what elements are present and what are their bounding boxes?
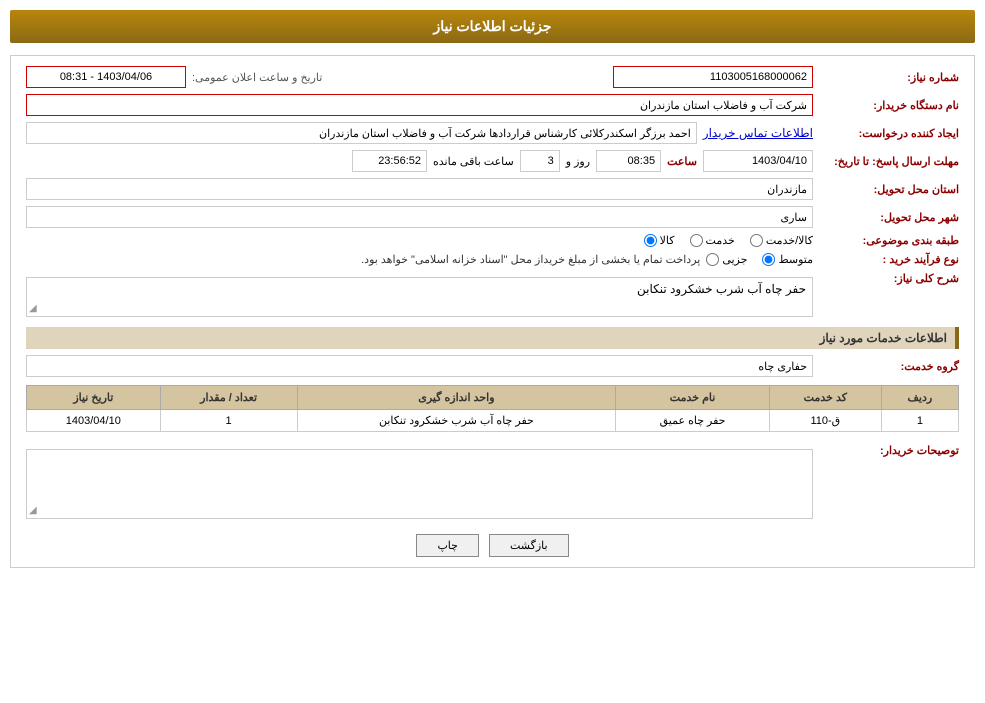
- need-number-label: شماره نیاز:: [819, 71, 959, 84]
- deadline-day-label: روز و: [566, 155, 590, 168]
- cell-name: حفر چاه عمیق: [616, 410, 770, 432]
- need-description-box: حفر چاه آب شرب خشکرود تنکابن: [26, 277, 813, 317]
- page-wrapper: جزئیات اطلاعات نیاز شماره نیاز: تاریخ و …: [0, 0, 985, 703]
- col-row: ردیف: [881, 386, 958, 410]
- deadline-remaining-input[interactable]: [352, 150, 427, 172]
- services-table: ردیف کد خدمت نام خدمت واحد اندازه گیری ت…: [26, 385, 959, 432]
- col-unit: واحد اندازه گیری: [297, 386, 616, 410]
- col-code: کد خدمت: [769, 386, 881, 410]
- button-row: بازگشت چاپ: [26, 534, 959, 557]
- row-need-description: شرح کلی نیاز: حفر چاه آب شرب خشکرود تنکا…: [26, 272, 959, 317]
- purchase-type-jozee[interactable]: جزیی: [706, 253, 747, 266]
- row-buyer-org: نام دستگاه خریدار:: [26, 94, 959, 116]
- cell-code: ق-110: [769, 410, 881, 432]
- deadline-time-input[interactable]: [596, 150, 661, 172]
- col-quantity: تعداد / مقدار: [160, 386, 297, 410]
- print-button[interactable]: چاپ: [416, 534, 479, 557]
- row-creator: ایجاد کننده درخواست: اطلاعات تماس خریدار: [26, 122, 959, 144]
- category-radio-group: کالا/خدمت خدمت کالا: [644, 234, 813, 247]
- creator-label: ایجاد کننده درخواست:: [819, 127, 959, 140]
- row-deadline: مهلت ارسال پاسخ: تا تاریخ: ساعت روز و سا…: [26, 150, 959, 172]
- province-input[interactable]: [26, 178, 813, 200]
- purchase-type-radio-group: متوسط جزیی: [706, 253, 813, 266]
- city-label: شهر محل تحویل:: [819, 211, 959, 224]
- cell-unit: حفر چاه آب شرب خشکرود تنکابن: [297, 410, 616, 432]
- buyer-org-input[interactable]: [26, 94, 813, 116]
- category-radio-kala-khadamat[interactable]: کالا/خدمت: [750, 234, 813, 247]
- back-button[interactable]: بازگشت: [489, 534, 569, 557]
- row-city: شهر محل تحویل:: [26, 206, 959, 228]
- row-need-number: شماره نیاز: تاریخ و ساعت اعلان عمومی:: [26, 66, 959, 88]
- need-description-label: شرح کلی نیاز:: [819, 272, 959, 285]
- service-group-label: گروه خدمت:: [819, 360, 959, 373]
- category-kala-label: کالا: [660, 234, 675, 247]
- page-title: جزئیات اطلاعات نیاز: [10, 10, 975, 43]
- city-input[interactable]: [26, 206, 813, 228]
- col-name: نام خدمت: [616, 386, 770, 410]
- deadline-label: مهلت ارسال پاسخ: تا تاریخ:: [819, 155, 959, 168]
- purchase-jozee-label: جزیی: [722, 253, 747, 266]
- col-date: تاریخ نیاز: [27, 386, 161, 410]
- table-row: 1 ق-110 حفر چاه عمیق حفر چاه آب شرب خشکر…: [27, 410, 959, 432]
- row-purchase-type: نوع فرآیند خرید : متوسط جزیی پرداخت تمام…: [26, 253, 959, 266]
- deadline-remaining-label: ساعت باقی مانده: [433, 155, 514, 168]
- category-radio-kala[interactable]: کالا: [644, 234, 675, 247]
- services-section-title: اطلاعات خدمات مورد نیاز: [26, 327, 959, 349]
- row-province: استان محل تحویل:: [26, 178, 959, 200]
- deadline-date-input[interactable]: [703, 150, 813, 172]
- row-buyer-notes: توصیحات خریدار:: [26, 444, 959, 519]
- cell-row: 1: [881, 410, 958, 432]
- deadline-days-input[interactable]: [520, 150, 560, 172]
- purchase-type-mottavaset[interactable]: متوسط: [762, 253, 813, 266]
- deadline-time-label: ساعت: [667, 155, 697, 168]
- category-label: طبقه بندی موضوعی:: [819, 234, 959, 247]
- province-label: استان محل تحویل:: [819, 183, 959, 196]
- buyer-notes-box[interactable]: [26, 449, 813, 519]
- service-group-input[interactable]: [26, 355, 813, 377]
- purchase-type-label: نوع فرآیند خرید :: [819, 253, 959, 266]
- need-number-input[interactable]: [613, 66, 813, 88]
- purchase-note: پرداخت تمام یا بخشی از مبلغ خریداز محل "…: [26, 253, 700, 266]
- category-radio-khadamat[interactable]: خدمت: [690, 234, 735, 247]
- cell-date: 1403/04/10: [27, 410, 161, 432]
- category-khadamat-label: خدمت: [706, 234, 735, 247]
- cell-quantity: 1: [160, 410, 297, 432]
- announce-date-label: تاریخ و ساعت اعلان عمومی:: [192, 71, 322, 84]
- row-service-group: گروه خدمت:: [26, 355, 959, 377]
- category-kala-khadamat-label: کالا/خدمت: [766, 234, 813, 247]
- need-description-text: حفر چاه آب شرب خشکرود تنکابن: [637, 282, 806, 296]
- creator-name-input[interactable]: [26, 122, 697, 144]
- row-category: طبقه بندی موضوعی: کالا/خدمت خدمت کالا: [26, 234, 959, 247]
- creator-link[interactable]: اطلاعات تماس خریدار: [703, 126, 813, 140]
- buyer-notes-label: توصیحات خریدار:: [819, 444, 959, 457]
- buyer-org-label: نام دستگاه خریدار:: [819, 99, 959, 112]
- form-container: شماره نیاز: تاریخ و ساعت اعلان عمومی: نا…: [10, 55, 975, 568]
- purchase-mottavaset-label: متوسط: [778, 253, 813, 266]
- announce-date-input[interactable]: [26, 66, 186, 88]
